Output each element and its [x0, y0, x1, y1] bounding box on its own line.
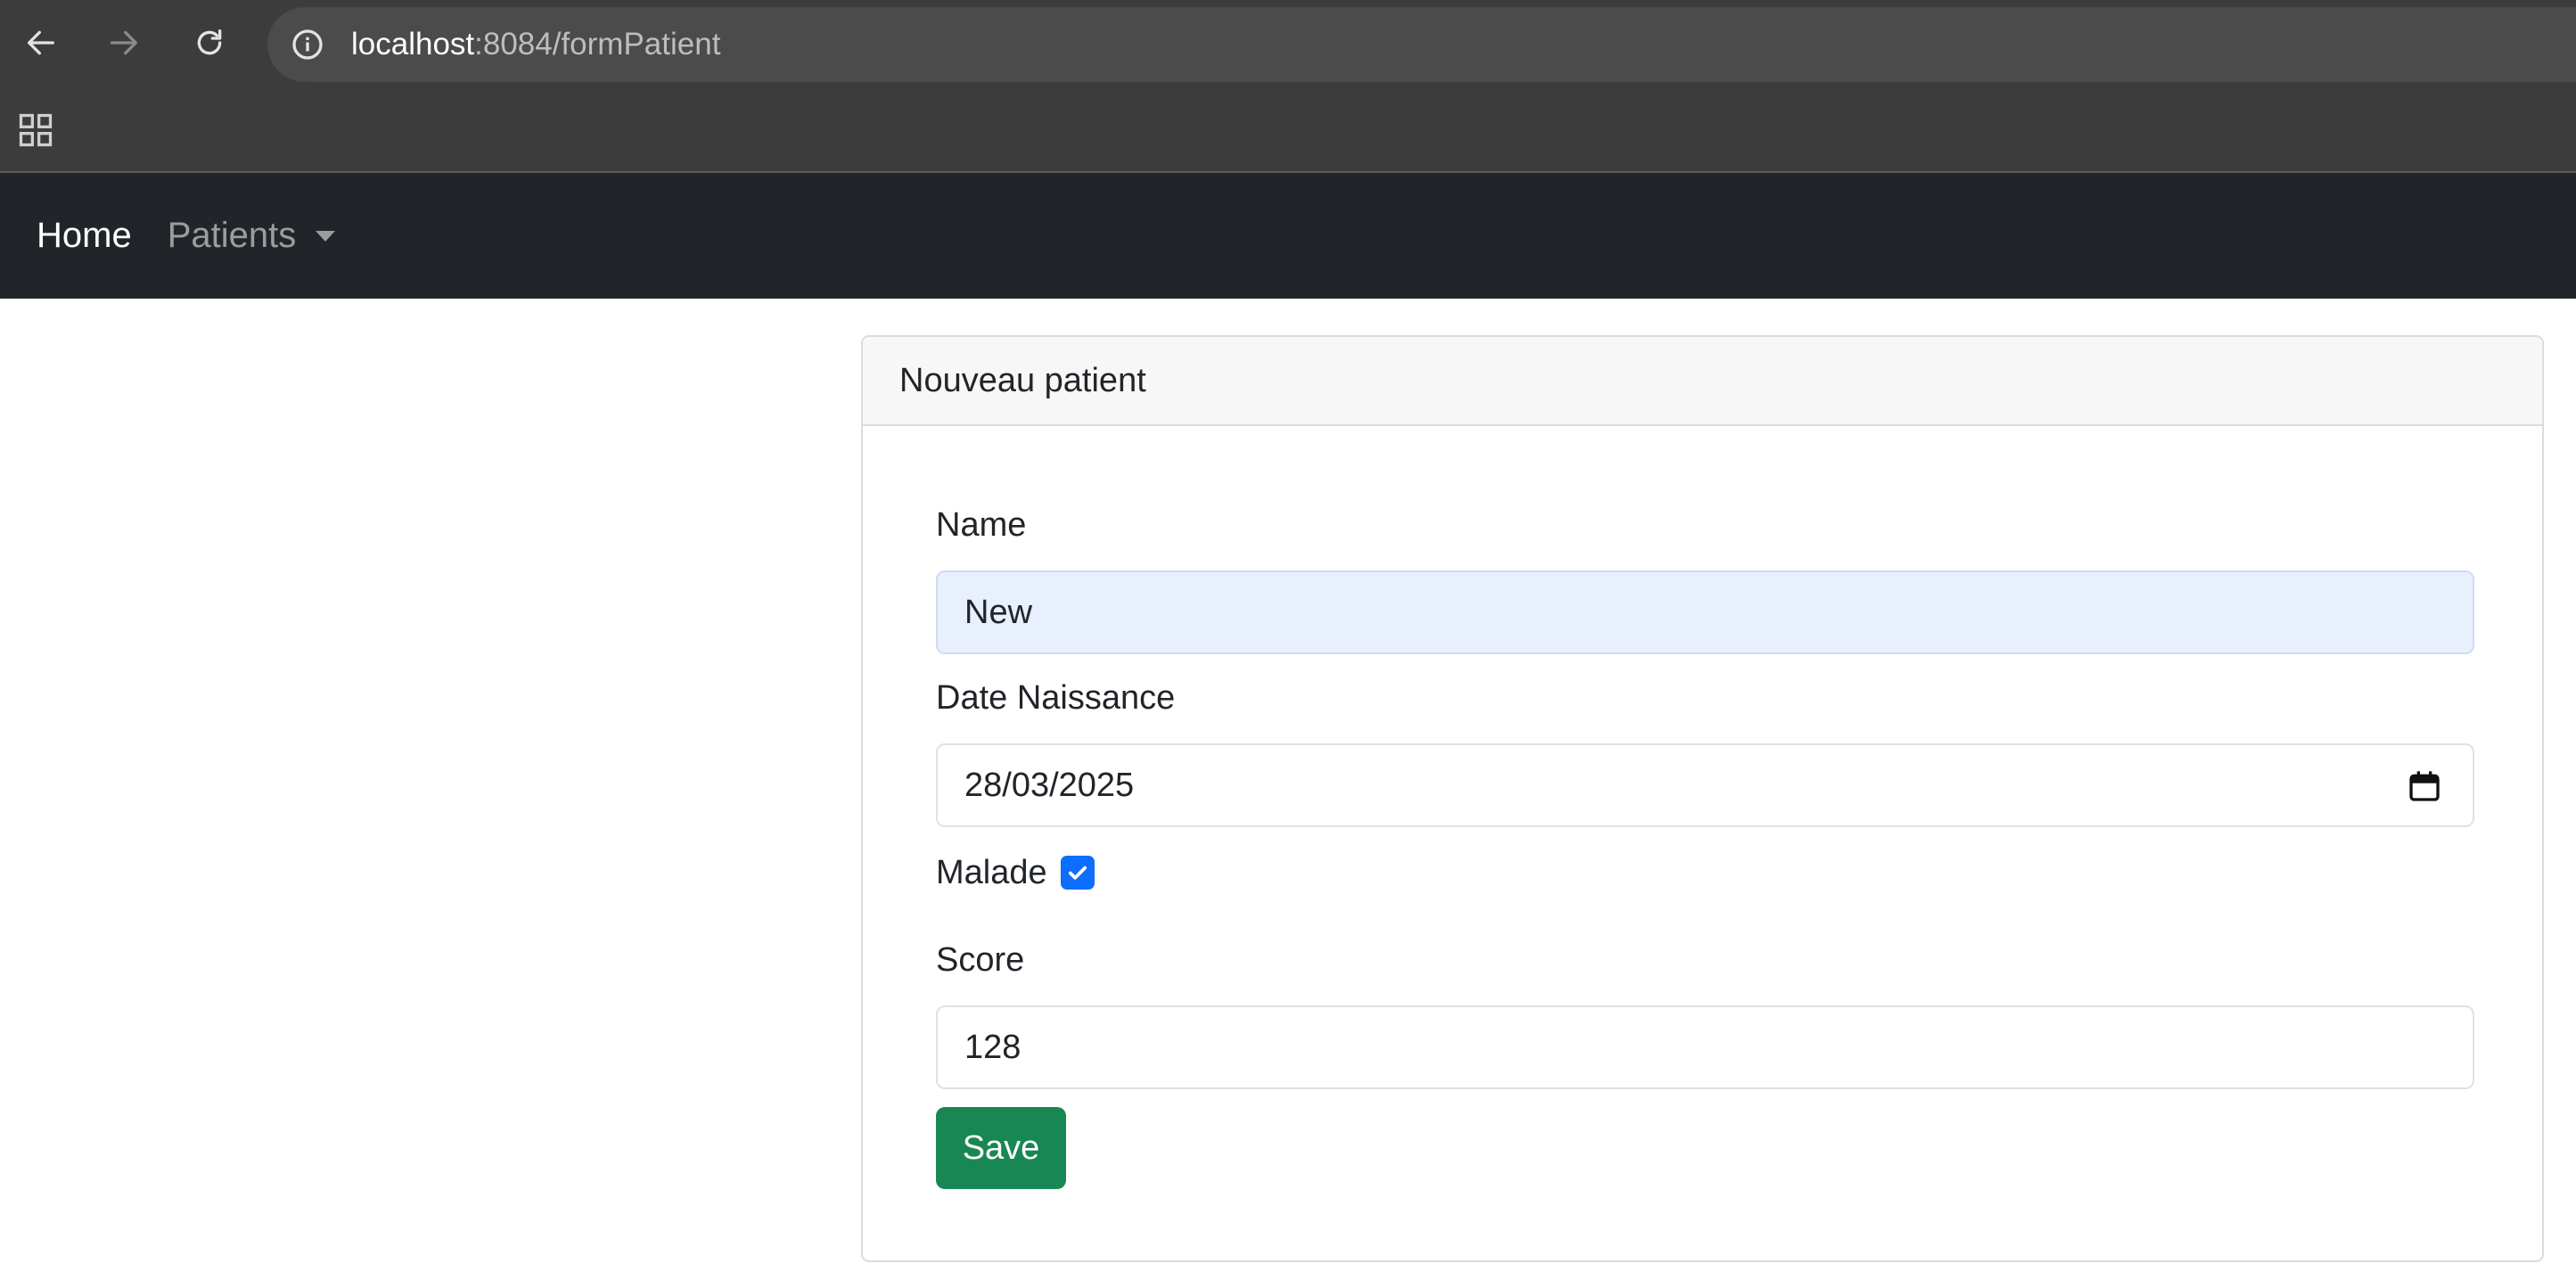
- apps-grid-icon[interactable]: [16, 111, 55, 150]
- malade-checkbox[interactable]: [1061, 856, 1095, 890]
- nav-patients-label: Patients: [167, 216, 297, 255]
- bookmarks-bar: [0, 89, 2576, 173]
- arrow-left-icon: [27, 30, 54, 55]
- arrow-right-icon: [111, 30, 137, 55]
- url-host: localhost: [351, 27, 475, 62]
- site-info-icon[interactable]: [289, 26, 326, 63]
- address-bar[interactable]: localhost:8084/formPatient: [267, 7, 2576, 82]
- name-input-value: New: [964, 593, 1033, 631]
- card-title: Nouveau patient: [899, 361, 1146, 399]
- calendar-icon[interactable]: [2407, 768, 2442, 804]
- name-label: Name: [936, 506, 1027, 544]
- patient-form-card: Nouveau patient Name New Date Naissance …: [861, 335, 2544, 1262]
- malade-label: Malade: [936, 854, 1047, 891]
- app-navbar: Home Patients: [0, 173, 2576, 299]
- date-input-value: 28/03/2025: [964, 766, 1135, 804]
- save-button[interactable]: Save: [936, 1107, 1066, 1189]
- score-input-value: 128: [964, 1028, 1021, 1066]
- name-input[interactable]: New: [936, 570, 2474, 654]
- forward-button[interactable]: [101, 20, 147, 66]
- back-button[interactable]: [18, 20, 64, 66]
- checkmark-icon: [1068, 866, 1087, 880]
- url-text: localhost:8084/formPatient: [351, 27, 720, 62]
- nav-patients-dropdown[interactable]: Patients: [168, 216, 336, 256]
- score-input[interactable]: 128: [936, 1005, 2474, 1089]
- score-label: Score: [936, 941, 1025, 979]
- date-naissance-label: Date Naissance: [936, 679, 1176, 717]
- date-naissance-input[interactable]: 28/03/2025: [936, 743, 2474, 827]
- reload-icon: [197, 29, 222, 55]
- card-header: Nouveau patient: [863, 337, 2542, 426]
- nav-home-link[interactable]: Home: [37, 216, 132, 256]
- reload-button[interactable]: [186, 20, 233, 66]
- url-path: :8084/formPatient: [474, 27, 721, 62]
- browser-toolbar: localhost:8084/formPatient: [0, 0, 2576, 89]
- caret-down-icon: [316, 230, 336, 242]
